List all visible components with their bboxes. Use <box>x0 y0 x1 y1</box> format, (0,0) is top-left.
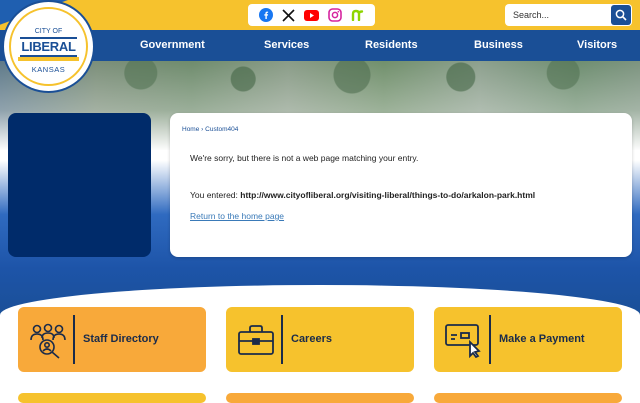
tile-stub[interactable] <box>18 393 206 403</box>
city-logo[interactable]: CITY OF LIBERAL KANSAS <box>4 2 93 91</box>
x-icon[interactable] <box>281 7 297 23</box>
main-nav: Government Services Residents Business V… <box>0 30 640 61</box>
facebook-icon[interactable] <box>258 7 274 23</box>
tile-stub[interactable] <box>226 393 414 403</box>
breadcrumb-separator: › <box>201 126 204 133</box>
nav-residents[interactable]: Residents <box>365 30 418 61</box>
staff-directory-icon <box>26 319 70 361</box>
tile-label: Careers <box>291 333 332 345</box>
return-home-link[interactable]: Return to the home page <box>190 211 284 221</box>
search-icon <box>615 9 627 21</box>
tile-divider <box>281 315 283 364</box>
breadcrumb-home[interactable]: Home <box>182 126 199 133</box>
tile-divider <box>489 315 491 364</box>
instagram-icon[interactable] <box>327 7 343 23</box>
tile-make-payment[interactable]: Make a Payment <box>434 307 622 372</box>
logo-name: LIBERAL <box>20 37 77 57</box>
tile-label: Staff Directory <box>83 333 159 345</box>
entered-url-line: You entered: http://www.cityofliberal.or… <box>190 190 535 200</box>
logo-city-of: CITY OF <box>34 28 63 35</box>
tile-careers[interactable]: Careers <box>226 307 414 372</box>
youtube-icon[interactable] <box>304 7 320 23</box>
tile-staff-directory[interactable]: Staff Directory <box>18 307 206 372</box>
nextdoor-icon[interactable] <box>350 7 366 23</box>
error-message: We're sorry, but there is not a web page… <box>190 153 419 163</box>
tile-stub[interactable] <box>434 393 622 403</box>
nav-business[interactable]: Business <box>474 30 523 61</box>
tile-divider <box>73 315 75 364</box>
search-button[interactable] <box>611 5 631 25</box>
search-box <box>505 4 632 26</box>
tile-label: Make a Payment <box>499 333 585 345</box>
nav-government[interactable]: Government <box>140 30 205 61</box>
hero-trees <box>0 61 640 101</box>
entered-url: http://www.cityofliberal.org/visiting-li… <box>240 190 536 200</box>
nav-services[interactable]: Services <box>264 30 309 61</box>
error-card: Home › Custom404 We're sorry, but there … <box>170 113 632 257</box>
side-panel <box>8 113 151 257</box>
breadcrumb-current[interactable]: Custom404 <box>205 126 238 133</box>
nav-visitors[interactable]: Visitors <box>577 30 617 61</box>
logo-stripe <box>18 57 79 61</box>
briefcase-icon <box>234 319 278 361</box>
breadcrumb: Home › Custom404 <box>182 126 238 133</box>
search-input[interactable] <box>505 5 613 25</box>
logo-state: KANSAS <box>31 65 66 74</box>
payment-card-icon <box>442 319 486 361</box>
entered-label: You entered: <box>190 190 238 200</box>
social-links <box>248 4 375 26</box>
